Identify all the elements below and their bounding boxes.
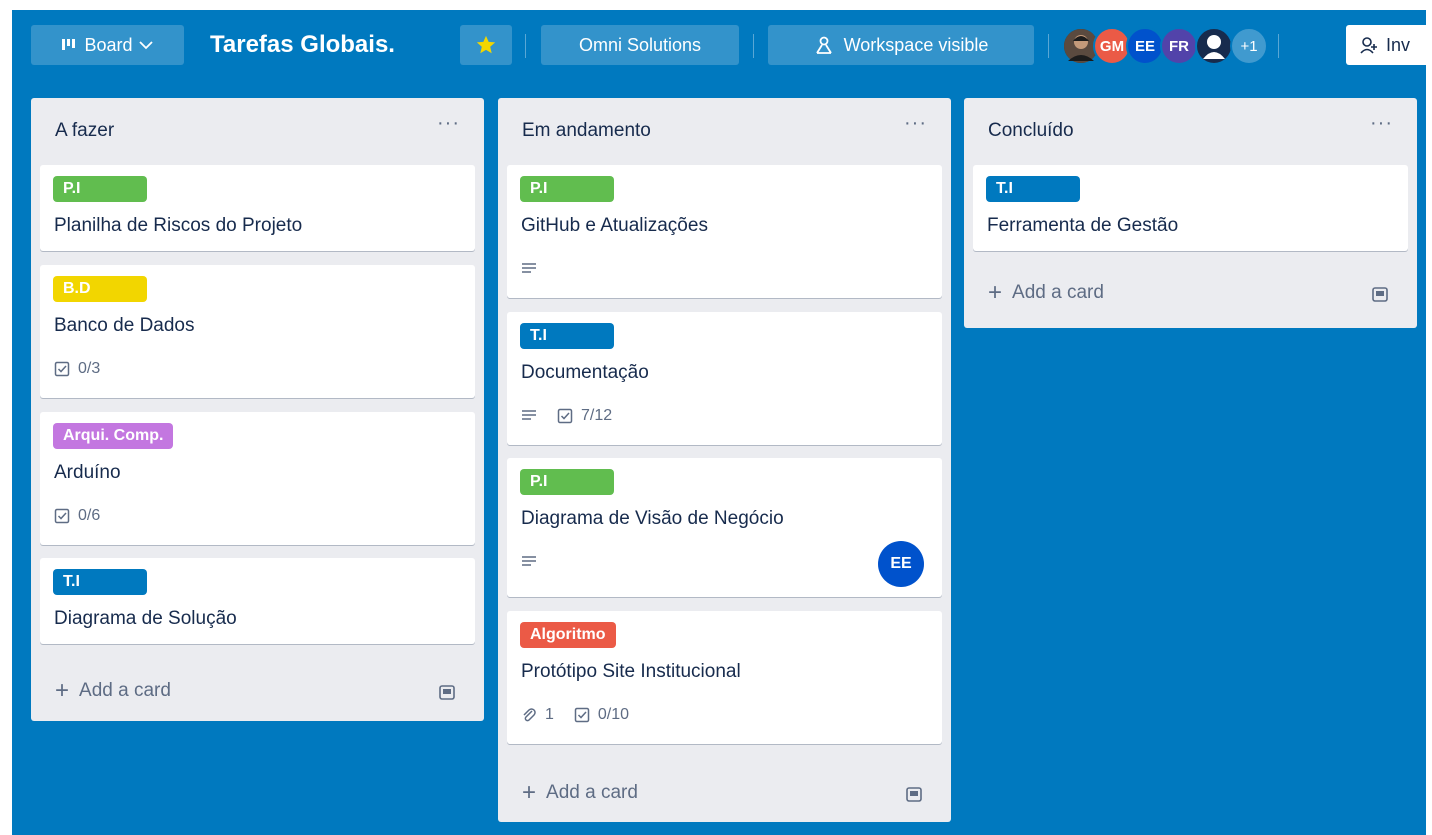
card-badges: 7/12 — [521, 405, 612, 427]
invite-button[interactable]: Inv — [1346, 25, 1426, 65]
add-card-button[interactable]: + Add a card — [988, 279, 1104, 306]
card-title: Documentação — [521, 362, 649, 383]
card[interactable]: P.I GitHub e Atualizações — [507, 165, 942, 298]
workspace-button[interactable]: Omni Solutions — [541, 25, 739, 65]
checklist-count: 7/12 — [581, 407, 613, 424]
card-title: Ferramenta de Gestão — [987, 215, 1179, 236]
invite-label: Inv — [1386, 34, 1411, 55]
plus-icon: + — [988, 279, 1003, 306]
card-title: Diagrama de Solução — [54, 608, 237, 629]
card-label: P.I — [520, 176, 614, 202]
chevron-down-icon — [138, 41, 153, 50]
checklist-badge: 0/6 — [54, 507, 100, 525]
description-icon — [522, 410, 536, 420]
list-menu-button[interactable]: ··· — [904, 112, 927, 135]
card-label: Algoritmo — [520, 622, 616, 648]
card-template-icon[interactable] — [905, 786, 923, 804]
card[interactable]: P.I Diagrama de Visão de Negócio EE — [507, 458, 942, 597]
more-members-button[interactable]: +1 — [1230, 27, 1268, 65]
checklist-icon — [574, 707, 590, 723]
card-title: Diagrama de Visão de Negócio — [521, 508, 784, 529]
default-user-icon — [1203, 35, 1225, 59]
card[interactable]: T.I Documentação 7/12 — [507, 312, 942, 445]
card-badges — [521, 258, 537, 280]
card[interactable]: Arqui. Comp. Arduíno 0/6 — [40, 412, 475, 545]
member-avatar[interactable]: FR — [1160, 27, 1198, 65]
plus-icon: + — [55, 677, 70, 704]
card-label: P.I — [53, 176, 147, 202]
card[interactable]: T.I Diagrama de Solução — [40, 558, 475, 644]
card-label: T.I — [53, 569, 147, 595]
list-em-andamento: Em andamento ··· P.I GitHub e Atualizaçõ… — [498, 98, 951, 822]
list-concluido: Concluído ··· T.I Ferramenta de Gestão +… — [964, 98, 1417, 328]
card-badges: 0/3 — [54, 358, 100, 380]
list-title[interactable]: Concluído — [988, 120, 1074, 142]
card-badges: 1 0/10 — [521, 704, 629, 726]
list-menu-button[interactable]: ··· — [1370, 112, 1393, 135]
people-icon — [815, 36, 832, 54]
card-badges — [521, 551, 537, 573]
card-label: Arqui. Comp. — [53, 423, 174, 449]
card-title: GitHub e Atualizações — [521, 215, 708, 236]
member-avatar[interactable] — [1195, 27, 1233, 65]
header-divider — [525, 34, 526, 58]
card-label: P.I — [520, 469, 614, 495]
card-title: Planilha de Riscos do Projeto — [54, 215, 303, 236]
list-a-fazer: A fazer ··· P.I Planilha de Riscos do Pr… — [31, 98, 484, 721]
card-label: B.D — [53, 276, 147, 302]
card[interactable]: Algoritmo Protótipo Site Institucional 1… — [507, 611, 942, 744]
card-member-avatar[interactable]: EE — [878, 541, 924, 587]
star-button[interactable] — [460, 25, 512, 65]
checklist-badge: 0/3 — [54, 360, 100, 378]
board-header: Board Tarefas Globais. Omni Solutions Wo… — [12, 10, 1426, 90]
header-divider — [1048, 34, 1049, 58]
visibility-label: Workspace visible — [843, 34, 989, 55]
header-divider — [753, 34, 754, 58]
attachment-count: 1 — [545, 706, 554, 723]
add-person-icon — [1360, 37, 1377, 54]
checklist-badge: 0/10 — [574, 706, 629, 724]
card[interactable]: P.I Planilha de Riscos do Projeto — [40, 165, 475, 251]
checklist-count: 0/3 — [78, 360, 101, 377]
paperclip-icon — [523, 708, 536, 722]
board-view-label: Board — [84, 34, 133, 55]
visibility-button[interactable]: Workspace visible — [768, 25, 1034, 65]
card-badges: 0/6 — [54, 505, 100, 527]
list-menu-button[interactable]: ··· — [437, 112, 460, 135]
header-divider — [1278, 34, 1279, 58]
attachment-badge: 1 — [521, 706, 554, 724]
card-template-icon[interactable] — [438, 684, 456, 702]
list-title[interactable]: A fazer — [55, 120, 114, 142]
description-icon — [522, 556, 536, 566]
checklist-icon — [557, 408, 573, 424]
description-icon — [522, 263, 536, 273]
checklist-badge: 7/12 — [557, 407, 612, 425]
card-title: Banco de Dados — [54, 315, 195, 336]
checklist-count: 0/10 — [597, 706, 630, 723]
add-card-button[interactable]: + Add a card — [55, 677, 171, 704]
card[interactable]: T.I Ferramenta de Gestão — [973, 165, 1408, 251]
add-card-label: Add a card — [546, 782, 638, 803]
add-card-button[interactable]: + Add a card — [522, 779, 638, 806]
card-title: Protótipo Site Institucional — [521, 661, 741, 682]
card[interactable]: B.D Banco de Dados 0/3 — [40, 265, 475, 398]
card-template-icon[interactable] — [1371, 286, 1389, 304]
checklist-icon — [54, 508, 70, 524]
star-icon — [476, 35, 496, 54]
card-title: Arduíno — [54, 462, 121, 483]
card-label: T.I — [520, 323, 614, 349]
card-label: T.I — [986, 176, 1080, 202]
plus-icon: + — [522, 779, 537, 806]
add-card-label: Add a card — [1012, 282, 1104, 303]
board-title[interactable]: Tarefas Globais. — [210, 25, 395, 65]
board-canvas: Board Tarefas Globais. Omni Solutions Wo… — [12, 10, 1426, 835]
add-card-label: Add a card — [79, 680, 171, 701]
checklist-count: 0/6 — [78, 507, 101, 524]
board-view-icon — [62, 39, 76, 50]
list-title[interactable]: Em andamento — [522, 120, 651, 142]
checklist-icon — [54, 361, 70, 377]
member-avatar[interactable]: EE — [1126, 27, 1164, 65]
board-view-switcher[interactable]: Board — [31, 25, 184, 65]
